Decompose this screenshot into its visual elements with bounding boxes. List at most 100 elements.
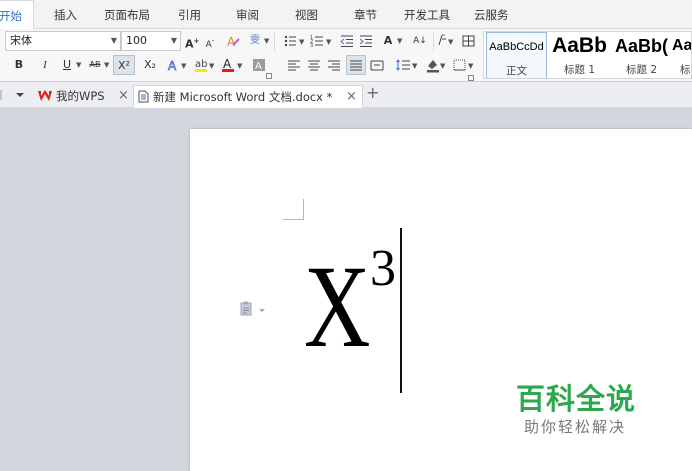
style-normal[interactable]: AaBbCcDd 正文 (486, 32, 547, 78)
divider (274, 33, 275, 51)
sort-button[interactable]: A↓ (411, 31, 429, 51)
distributed-align-icon[interactable] (370, 55, 384, 75)
tab-my-wps-label: 我的WPS (56, 89, 105, 103)
grow-font-button[interactable]: A+ (185, 31, 199, 51)
paragraph-shading-icon[interactable]: ▼ (425, 55, 449, 75)
char-scale-button[interactable]: A (380, 31, 396, 51)
watermark-subtitle: 助你轻松解决 (524, 418, 627, 436)
pinyin-button[interactable]: 雯 (248, 31, 262, 51)
menu-tab-references[interactable]: 引用 (178, 0, 201, 29)
font-name-value: 宋体 (10, 34, 32, 47)
decrease-indent-icon[interactable] (340, 31, 354, 51)
svg-text:▼: ▼ (299, 38, 305, 46)
new-tab-button[interactable]: + (366, 85, 379, 101)
svg-text:▼: ▼ (326, 38, 332, 46)
paragraph-dialog-launcher-icon[interactable] (468, 71, 474, 81)
chevron-down-icon: ▼ (397, 37, 403, 45)
svg-text:▼: ▼ (209, 62, 215, 70)
style-heading-3[interactable]: Aa 标 (672, 32, 692, 78)
margin-corner-mark (283, 219, 303, 220)
style-preview: AaBb( (615, 36, 668, 56)
ribbon-toolbar: 宋体 ▼ 100 ▼ A+ A- A 雯 ▼ ▼ 123▼ A ▼ A↓ (0, 29, 692, 82)
bullet-list-icon[interactable]: ▼ (283, 31, 305, 51)
divider (433, 33, 434, 51)
chevron-down-icon: ▼ (76, 61, 82, 69)
style-name: 正文 (506, 65, 527, 77)
style-name: 标题 2 (625, 64, 658, 76)
menu-tab-home[interactable]: 开始 (0, 0, 34, 30)
svg-text:▼: ▼ (181, 62, 187, 70)
align-right-icon[interactable] (327, 55, 341, 75)
menu-tab-chapter[interactable]: 章节 (354, 0, 377, 29)
shrink-font-button[interactable]: A- (203, 31, 217, 51)
highlight-color-icon[interactable]: ab ▼ (193, 55, 217, 75)
font-name-select[interactable]: 宋体 ▼ (5, 31, 121, 51)
show-marks-icon[interactable]: ▼ (436, 31, 458, 51)
document-tab-bar: 我的WPS × 新建 Microsoft Word 文档.docx * × + (0, 82, 692, 109)
wps-logo-icon (38, 90, 52, 101)
tab-my-wps[interactable]: 我的WPS × (36, 85, 130, 108)
svg-text:3: 3 (310, 43, 313, 49)
document-file-icon (138, 90, 149, 103)
margin-corner-mark (303, 199, 304, 220)
font-size-select[interactable]: 100 ▼ (121, 31, 181, 51)
watermark-title: 百科全说 (516, 382, 637, 416)
style-name: 标题 1 (563, 64, 596, 76)
strikethrough-button[interactable]: AB (87, 55, 103, 75)
tab-document-label: 新建 Microsoft Word 文档.docx * (153, 90, 333, 104)
line-spacing-icon[interactable]: ▼ (396, 55, 420, 75)
text-cursor (400, 228, 402, 393)
superscript-button[interactable]: X² (113, 55, 135, 75)
tab-list-dropdown-icon[interactable] (14, 88, 26, 102)
align-left-icon[interactable] (287, 55, 301, 75)
paste-options-icon[interactable] (240, 301, 266, 320)
subscript-button[interactable]: X₂ (140, 55, 160, 75)
chevron-down-icon: ▼ (264, 37, 270, 45)
menu-tab-cloud[interactable]: 云服务 (474, 0, 509, 29)
italic-button[interactable]: I (38, 55, 52, 75)
style-preview: AaBb (552, 34, 607, 57)
menu-bar: 开始 插入 页面布局 引用 审阅 视图 章节 开发工具 云服务 (0, 0, 692, 30)
clear-format-icon[interactable]: A (225, 31, 241, 51)
svg-text:ab: ab (195, 59, 207, 70)
menu-tab-insert[interactable]: 插入 (54, 0, 77, 29)
style-gallery: AaBbCcDd 正文 AaBb 标题 1 AaBb( 标题 2 Aa 标 (483, 31, 692, 79)
document-text-superscript[interactable]: 3 (370, 243, 396, 295)
align-center-icon[interactable] (307, 55, 321, 75)
tab-document[interactable]: 新建 Microsoft Word 文档.docx * × (133, 85, 363, 109)
svg-text:A: A (223, 57, 232, 71)
svg-text:▼: ▼ (440, 62, 446, 70)
svg-text:A: A (168, 59, 177, 73)
document-text-base[interactable]: X (304, 248, 370, 366)
style-preview: Aa (672, 37, 692, 54)
text-effect-icon[interactable]: A ▼ (166, 55, 190, 75)
chevron-down-icon: ▼ (104, 61, 110, 69)
style-heading-2[interactable]: AaBb( 标题 2 (611, 32, 672, 78)
char-shading-icon[interactable]: A (252, 55, 266, 75)
font-color-icon[interactable]: A ▼ (220, 55, 246, 75)
svg-text:▼: ▼ (468, 62, 474, 70)
borders-icon[interactable]: ▼ (452, 55, 478, 75)
svg-text:▼: ▼ (448, 38, 454, 46)
bold-button[interactable]: B (12, 55, 26, 75)
style-heading-1[interactable]: AaBb 标题 1 (549, 32, 610, 78)
close-icon[interactable]: × (346, 90, 357, 104)
menu-tab-page-layout[interactable]: 页面布局 (104, 0, 150, 29)
char-scale-label: A (383, 34, 393, 47)
underline-button[interactable]: U (60, 55, 74, 75)
justify-icon[interactable] (346, 55, 366, 75)
chevron-down-icon: ▼ (170, 36, 177, 45)
chevron-down-icon: ▼ (110, 36, 117, 45)
font-size-value: 100 (126, 34, 147, 47)
wps-writer-window: 开始 插入 页面布局 引用 审阅 视图 章节 开发工具 云服务 宋体 ▼ 100… (0, 0, 692, 471)
increase-indent-icon[interactable] (359, 31, 373, 51)
menu-tab-view[interactable]: 视图 (295, 0, 318, 29)
menu-tab-review[interactable]: 审阅 (236, 0, 259, 29)
table-grid-icon[interactable] (461, 31, 477, 51)
font-dialog-launcher-icon[interactable] (266, 69, 272, 79)
close-icon[interactable]: × (118, 89, 129, 103)
numbered-list-icon[interactable]: 1 2 3 ▼ (310, 31, 332, 51)
menu-tab-developer[interactable]: 开发工具 (404, 0, 450, 29)
sort-label: A↓ (413, 36, 427, 46)
style-preview: AaBbCcDd (489, 41, 544, 53)
